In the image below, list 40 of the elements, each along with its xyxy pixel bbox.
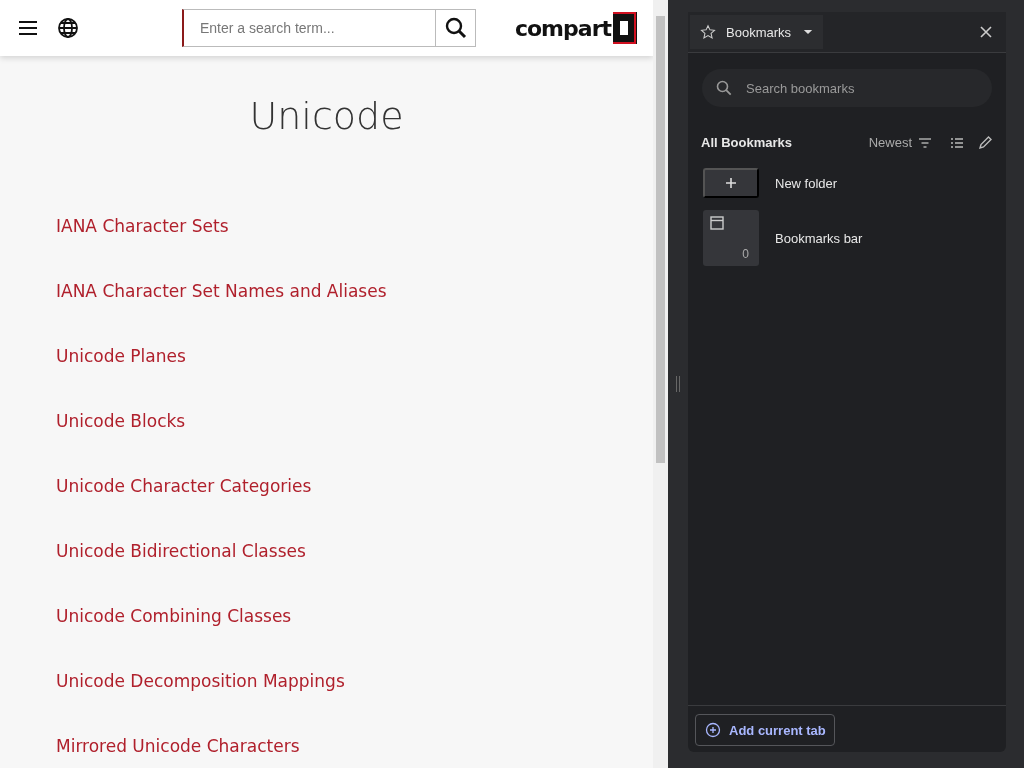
edit-button[interactable] bbox=[978, 135, 992, 150]
new-folder-button[interactable] bbox=[703, 168, 759, 198]
topic-link[interactable]: IANA Character Sets bbox=[56, 216, 229, 236]
panel-switcher[interactable]: Bookmarks bbox=[690, 15, 824, 49]
topic-link[interactable]: IANA Character Set Names and Aliases bbox=[56, 281, 387, 301]
resize-handle-icon[interactable] bbox=[675, 376, 681, 392]
bookmark-count: 0 bbox=[742, 247, 749, 261]
pencil-icon bbox=[978, 135, 992, 150]
search-input[interactable]: Search bookmarks bbox=[746, 69, 978, 107]
topic-link[interactable]: Mirrored Unicode Characters bbox=[56, 736, 300, 756]
add-current-tab-button[interactable]: Add current tab bbox=[695, 714, 835, 746]
folder-label[interactable]: Bookmarks bar bbox=[775, 230, 863, 246]
star-icon bbox=[700, 24, 716, 40]
logo-mark-icon bbox=[613, 12, 637, 44]
action-label[interactable]: New folder bbox=[775, 175, 838, 191]
logo-text[interactable]: compart bbox=[514, 15, 611, 41]
plus-circle-icon bbox=[705, 722, 721, 738]
topic-link[interactable]: Unicode Blocks bbox=[56, 411, 186, 431]
topic-link[interactable]: Unicode Character Categories bbox=[56, 476, 312, 496]
close-icon bbox=[980, 26, 992, 38]
window-icon bbox=[710, 216, 724, 230]
plus-icon bbox=[725, 177, 737, 189]
globe-icon[interactable] bbox=[56, 16, 80, 40]
search-field[interactable]: Search bookmarks bbox=[702, 69, 992, 107]
list-view-button[interactable] bbox=[950, 136, 964, 149]
page-title: Unicode bbox=[248, 94, 405, 138]
topic-link[interactable]: Unicode Decomposition Mappings bbox=[56, 671, 345, 691]
close-button[interactable] bbox=[980, 26, 992, 38]
topic-link[interactable]: Unicode Bidirectional Classes bbox=[56, 541, 306, 561]
topic-link[interactable]: Unicode Combining Classes bbox=[56, 606, 292, 626]
search-icon bbox=[716, 80, 732, 96]
section-title: All Bookmarks bbox=[701, 135, 793, 150]
search-icon bbox=[443, 16, 468, 40]
sort-button[interactable]: Newest bbox=[868, 135, 932, 150]
topic-link[interactable]: Unicode Planes bbox=[56, 346, 186, 366]
scrollbar[interactable] bbox=[653, 0, 668, 768]
filter-icon bbox=[918, 136, 932, 149]
folder-tile[interactable]: 0 bbox=[703, 210, 759, 266]
search-field[interactable]: Enter a search term... bbox=[182, 9, 476, 47]
list-icon bbox=[950, 136, 964, 149]
